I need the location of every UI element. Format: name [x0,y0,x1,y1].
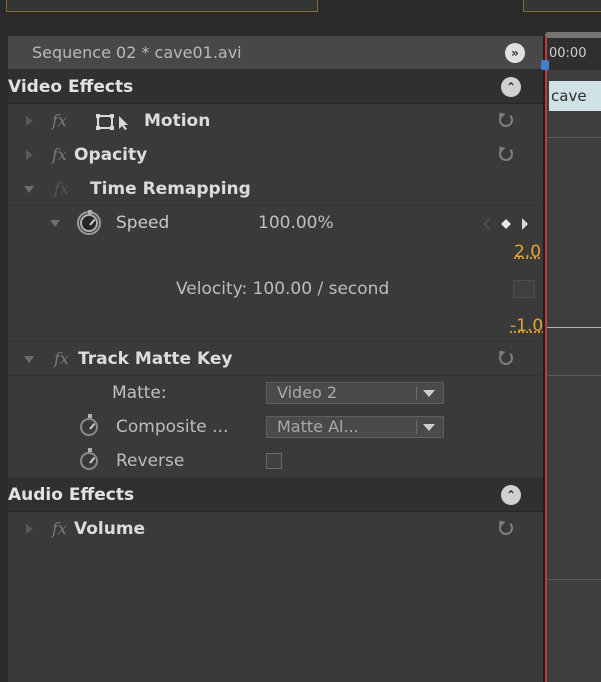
effect-row-volume[interactable]: fx Volume [8,512,543,546]
timecode-display: 00:00 [549,46,586,61]
playhead-handle[interactable] [541,60,549,70]
expand-volume-icon[interactable] [26,524,33,534]
speed-value[interactable]: 100.00% [258,206,334,240]
reset-volume-icon[interactable] [499,521,513,535]
reverse-checkbox[interactable] [266,453,282,469]
property-row-composite: Composite ... Matte Al... [8,410,543,444]
time-remapping-label: Time Remapping [90,172,251,206]
audio-effects-title: Audio Effects [8,478,134,512]
track-divider [547,579,601,580]
fx-badge-icon[interactable]: fx [52,138,67,172]
property-row-speed: Speed 100.00% [8,206,543,240]
effect-row-opacity[interactable]: fx Opacity [8,138,543,172]
panel-menu-icon[interactable]: » [505,43,525,63]
collapse-video-effects-icon[interactable]: ⌃ [501,77,521,97]
collapse-time-remapping-icon[interactable] [24,186,34,193]
graph-max-value: 2.0 [514,238,541,266]
fx-badge-icon[interactable]: fx [52,104,67,138]
collapse-audio-effects-icon[interactable]: ⌃ [501,485,521,505]
previous-keyframe-icon [484,218,490,230]
effect-controls-panel: Sequence 02 * cave01.avi » Video Effects… [8,36,543,682]
audio-effects-section[interactable]: Audio Effects ⌃ [8,478,543,512]
collapse-track-matte-icon[interactable] [24,356,34,363]
video-effects-section[interactable]: Video Effects ⌃ [8,70,543,104]
reset-motion-icon[interactable] [499,113,513,127]
track-matte-key-label: Track Matte Key [78,342,232,376]
sequence-title: Sequence 02 * cave01.avi [32,36,242,70]
video-effects-title: Video Effects [8,70,133,104]
stopwatch-composite-icon[interactable] [80,418,98,436]
reverse-label: Reverse [116,444,184,478]
velocity-line [547,327,601,328]
fx-badge-icon[interactable]: fx [52,512,67,546]
matte-dropdown-value: Video 2 [277,383,337,402]
volume-label: Volume [74,512,145,546]
fx-badge-disabled-icon: fx [54,172,69,206]
motion-transform-icon[interactable] [94,113,134,131]
keyframe-navigator [482,216,534,232]
composite-label: Composite ... [116,410,228,444]
chevron-down-icon [423,390,435,397]
upper-panel-tab-right[interactable] [523,0,601,12]
velocity-graph-area: 2.0 Velocity: 100.00 / second -1.0 [8,240,543,342]
matte-dropdown[interactable]: Video 2 [266,382,444,404]
opacity-label: Opacity [74,138,147,172]
panel-header: Sequence 02 * cave01.avi » [8,36,543,70]
motion-label: Motion [144,104,210,138]
expand-motion-icon[interactable] [26,116,33,126]
composite-dropdown[interactable]: Matte Al... [266,416,444,438]
track-divider [547,375,601,376]
effect-row-time-remapping[interactable]: fx Time Remapping [8,172,543,206]
property-row-reverse: Reverse [8,444,543,478]
clip-block[interactable]: cave [549,81,601,111]
composite-dropdown-value: Matte Al... [277,417,359,436]
top-panel-strip [0,0,601,36]
effect-row-track-matte-key[interactable]: fx Track Matte Key [8,342,543,376]
playhead[interactable] [545,36,547,682]
reset-track-matte-icon[interactable] [499,351,513,365]
dropdown-separator [416,420,417,434]
stopwatch-speed-icon[interactable] [80,214,98,232]
mini-timeline[interactable]: 00:00 cave [543,36,601,682]
timeline-scrollbar[interactable] [545,32,601,38]
time-ruler[interactable]: 00:00 [545,36,601,70]
collapse-speed-icon[interactable] [50,220,60,227]
velocity-graph-box[interactable] [513,280,535,298]
track-divider [547,137,601,138]
graph-min-value: -1.0 [510,312,543,340]
chevron-down-icon [423,424,435,431]
panel-empty-area [8,546,543,682]
expand-opacity-icon[interactable] [26,150,33,160]
effect-row-motion[interactable]: fx Motion [8,104,543,138]
velocity-readout: Velocity: 100.00 / second [176,272,389,306]
add-keyframe-icon [501,219,511,229]
speed-label: Speed [116,206,169,240]
upper-panel-tab-left[interactable] [6,0,318,12]
next-keyframe-icon [522,218,528,230]
fx-badge-icon[interactable]: fx [54,342,69,376]
property-row-matte: Matte: Video 2 [8,376,543,410]
stopwatch-reverse-icon[interactable] [80,452,98,470]
reset-opacity-icon[interactable] [499,147,513,161]
dropdown-separator [416,386,417,400]
matte-label: Matte: [112,376,167,410]
